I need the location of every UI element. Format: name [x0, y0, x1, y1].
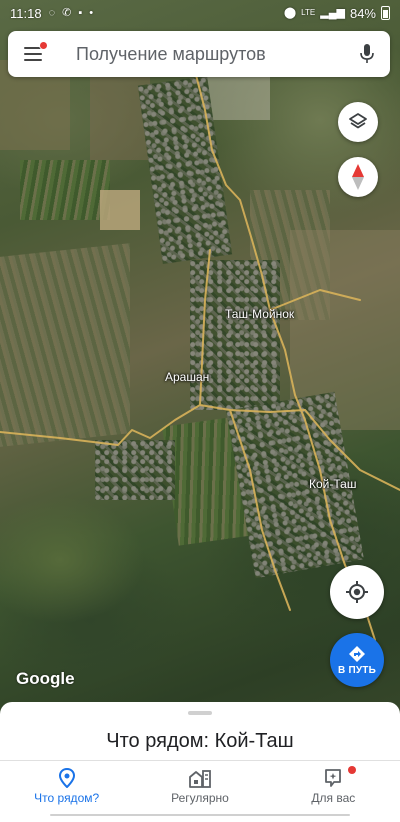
notification-icon: ▪: [78, 6, 83, 19]
battery-icon: [381, 6, 390, 20]
layers-icon: [349, 113, 367, 129]
nav-tab-for-you[interactable]: Для вас: [267, 761, 400, 812]
nav-label-commute: Регулярно: [171, 791, 229, 805]
status-time: 11:18: [10, 5, 42, 21]
microphone-icon: [360, 44, 374, 63]
place-label-tash-moynok[interactable]: Таш-Мойнок: [225, 307, 294, 321]
notification-badge: [347, 766, 356, 774]
google-logo: Google: [16, 669, 75, 688]
nav-tab-explore[interactable]: Что рядом?: [0, 761, 133, 812]
place-label-koy-tash[interactable]: Кой-Таш: [309, 477, 356, 491]
sheet-drag-handle[interactable]: [188, 711, 212, 715]
nav-label-for-you: Для вас: [311, 791, 356, 805]
hamburger-menu-icon: [24, 47, 42, 61]
search-bar[interactable]: Получение маршрутов: [8, 31, 390, 77]
for-you-icon: [325, 769, 342, 787]
my-location-button[interactable]: [330, 565, 384, 619]
commute-icon: [189, 770, 211, 788]
my-location-icon: [346, 581, 368, 603]
whatsapp-icon: ✆: [62, 6, 72, 19]
nav-tab-commute[interactable]: Регулярно: [133, 761, 266, 812]
search-input[interactable]: Получение маршрутов: [58, 44, 344, 65]
battery-percent: 84%: [349, 5, 376, 21]
notification-icon: ◌: [48, 6, 56, 19]
more-notifications-icon: •: [89, 6, 94, 19]
voice-search-button[interactable]: [344, 31, 390, 77]
compass-button[interactable]: [338, 157, 378, 197]
directions-icon: [349, 645, 365, 662]
menu-button[interactable]: [8, 31, 58, 77]
location-pin-icon: [58, 768, 75, 788]
map-layers-button[interactable]: [338, 102, 378, 142]
bottom-navigation: Что рядом? Регулярно Для вас: [0, 760, 400, 812]
compass-icon: [352, 164, 364, 190]
location-icon: ⬤: [283, 6, 297, 19]
gesture-bar: [0, 812, 400, 822]
explore-bottom-sheet[interactable]: Что рядом: Кой-Таш: [0, 702, 400, 762]
network-type-icon: LTE: [301, 8, 316, 17]
notification-badge: [39, 41, 48, 50]
directions-go-button[interactable]: В ПУТЬ: [330, 633, 384, 687]
nav-label-explore: Что рядом?: [34, 791, 100, 805]
status-bar: 11:18 ◌ ✆ ▪ • ⬤ LTE ▂▄▆ 84%: [0, 0, 400, 26]
sheet-title: Что рядом: Кой-Таш: [106, 730, 294, 752]
go-button-label: В ПУТЬ: [338, 664, 376, 676]
signal-icon: ▂▄▆: [320, 6, 345, 19]
gesture-handle[interactable]: [50, 814, 350, 816]
place-label-arashan[interactable]: Арашан: [165, 370, 209, 384]
